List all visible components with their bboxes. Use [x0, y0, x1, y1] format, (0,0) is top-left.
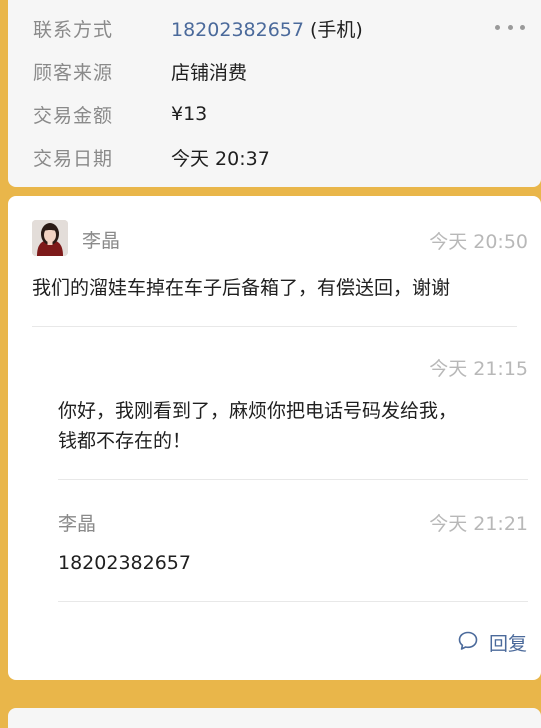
source-value: 店铺消费 [171, 61, 248, 84]
comment-text: 我们的溜娃车掉在车子后备箱了，有偿送回，谢谢 [32, 277, 451, 299]
date-label: 交易日期 [33, 147, 114, 170]
amount-value: ¥13 [171, 103, 208, 125]
date-value: 今天 20:37 [171, 147, 270, 170]
review-card: 李晶 今天 20:50 我们的溜娃车掉在车子后备箱了，有偿送回，谢谢 今天 21… [8, 196, 541, 680]
avatar[interactable] [32, 220, 68, 256]
customer-reply-author[interactable]: 李晶 [58, 509, 96, 536]
phone-type: (手机) [303, 18, 363, 41]
comment-author[interactable]: 李晶 [82, 226, 120, 253]
divider [58, 479, 528, 480]
amount-label: 交易金额 [33, 104, 114, 127]
merchant-reply-text: 你好，我刚看到了，麻烦你把电话号码发给我， 钱都不存在的！ [58, 396, 518, 456]
divider [58, 601, 528, 602]
merchant-reply-line: 你好，我刚看到了，麻烦你把电话号码发给我， [58, 400, 458, 422]
reply-button[interactable]: 回复 [457, 629, 527, 656]
more-horizontal-icon[interactable] [495, 22, 525, 32]
customer-reply-time: 今天 21:21 [429, 513, 528, 535]
merchant-reply-line: 钱都不存在的！ [58, 430, 192, 452]
source-label: 顾客来源 [33, 61, 114, 84]
contact-value: 18202382657 (手机) [171, 15, 363, 42]
contact-info-card: 联系方式 18202382657 (手机) 顾客来源 店铺消费 交易金额 ¥13… [8, 0, 541, 187]
customer-reply-text: 18202382657 [58, 552, 191, 574]
comment-bubble-icon [457, 630, 479, 656]
merchant-reply-time: 今天 21:15 [429, 358, 528, 380]
reply-label: 回复 [488, 633, 527, 655]
phone-link[interactable]: 18202382657 [171, 19, 304, 41]
contact-label: 联系方式 [33, 18, 114, 41]
divider [32, 326, 517, 327]
next-card [8, 708, 541, 728]
comment-time: 今天 20:50 [429, 231, 528, 253]
